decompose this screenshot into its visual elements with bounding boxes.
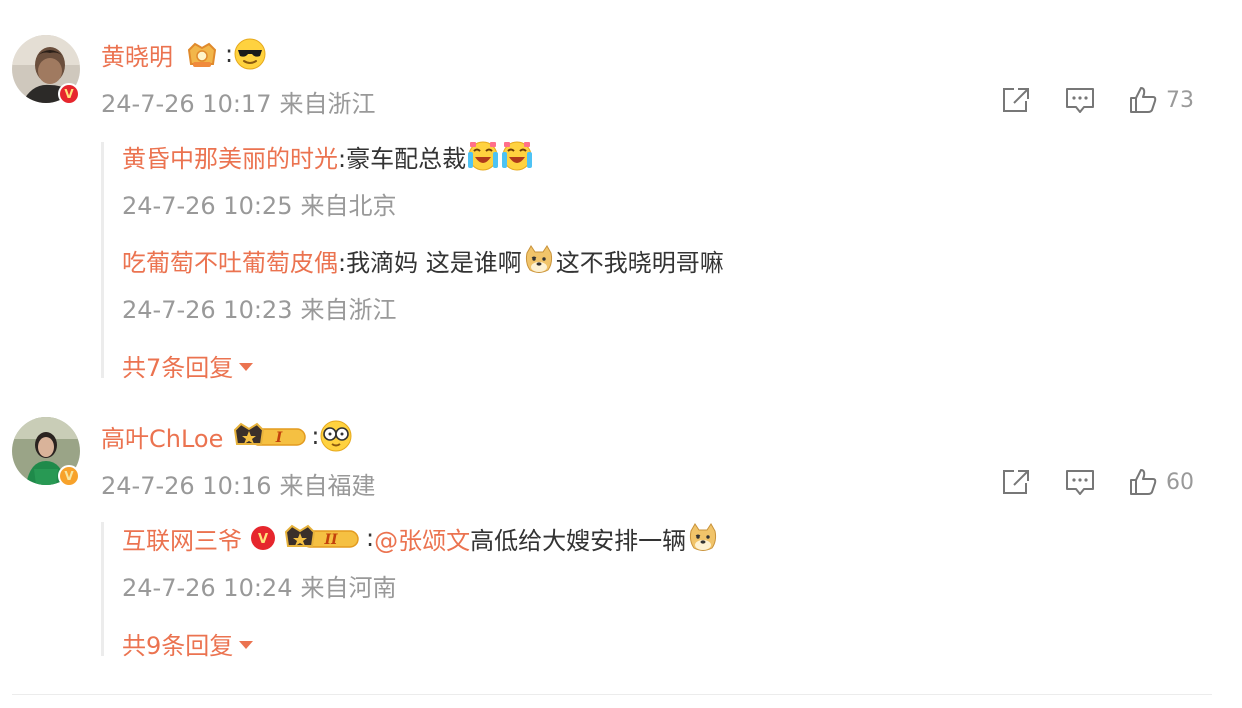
comment-actions: 60 bbox=[1000, 462, 1242, 502]
more-replies-button[interactable]: 共9条回复 bbox=[122, 626, 254, 661]
svg-text:II: II bbox=[323, 532, 338, 548]
reply-meta: 24-7-26 10:24 来自河南 bbox=[122, 568, 396, 603]
share-button[interactable] bbox=[1000, 462, 1032, 502]
like-button[interactable]: 60 bbox=[1128, 462, 1194, 502]
comment-timestamp: 24-7-26 10:16 bbox=[101, 472, 272, 500]
reply-colon: : bbox=[366, 524, 375, 552]
comment-item: V 高叶ChLoe I : 24-7-26 10:16 来自福建 60 互联网三… bbox=[0, 0, 1242, 690]
reply-list: 互联网三爷 V II : @张颂文 高低给大嫂安排一辆 24-7-26 10:2… bbox=[101, 520, 1201, 660]
comment-button[interactable] bbox=[1064, 462, 1096, 502]
more-replies-label: 共9条回复 bbox=[122, 632, 234, 660]
divider bbox=[12, 694, 1212, 695]
mention-link[interactable]: @张颂文 bbox=[374, 521, 470, 556]
like-icon bbox=[1130, 469, 1157, 495]
reply-timestamp: 24-7-26 10:24 bbox=[122, 574, 293, 602]
svg-text:V: V bbox=[258, 532, 268, 547]
comment-author[interactable]: 高叶ChLoe bbox=[101, 419, 223, 454]
clapping-glasses-emoji bbox=[319, 419, 353, 453]
verified-red-icon: V bbox=[250, 525, 276, 551]
like-count: 60 bbox=[1166, 469, 1194, 495]
comment-header: 高叶ChLoe I : bbox=[101, 418, 353, 454]
doge-emoji bbox=[686, 521, 720, 555]
comment-meta: 24-7-26 10:16 来自福建 bbox=[101, 466, 375, 501]
verified-badge-icon: V bbox=[58, 465, 80, 487]
chevron-down-icon bbox=[239, 641, 254, 649]
reply-author[interactable]: 互联网三爷 bbox=[122, 521, 242, 556]
reply-source: 来自河南 bbox=[300, 574, 397, 602]
reply-item: 互联网三爷 V II : @张颂文 高低给大嫂安排一辆 bbox=[122, 520, 720, 556]
reply-content: 高低给大嫂安排一辆 bbox=[470, 526, 687, 555]
comment-source: 来自福建 bbox=[279, 472, 376, 500]
comment-colon: : bbox=[311, 422, 320, 450]
comment-icon bbox=[1066, 470, 1094, 495]
svg-text:I: I bbox=[275, 430, 283, 446]
share-icon bbox=[1003, 470, 1029, 494]
avatar[interactable]: V bbox=[12, 417, 80, 487]
crown-level-2-badge-icon[interactable]: II bbox=[284, 522, 360, 554]
crown-level-1-badge-icon[interactable]: I bbox=[233, 420, 307, 452]
